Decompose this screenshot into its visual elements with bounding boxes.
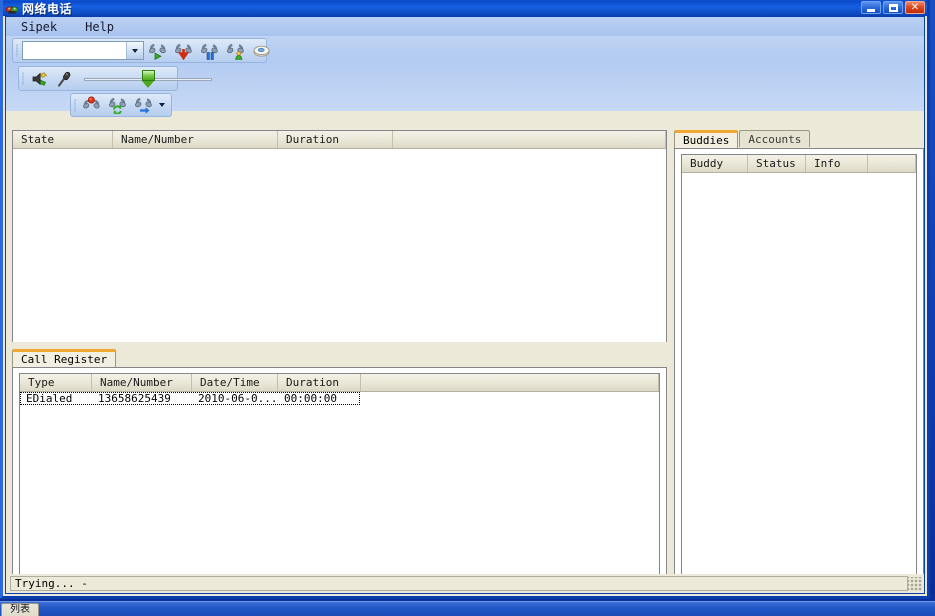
close-button[interactable]: ✕: [905, 1, 925, 14]
combo-dropdown-arrow[interactable]: [126, 42, 143, 59]
cell-name-number: 13658625439: [98, 392, 171, 405]
resize-grip-icon[interactable]: [908, 576, 922, 591]
column-header-state[interactable]: State: [13, 131, 113, 148]
column-header-buddy[interactable]: Buddy: [682, 155, 748, 172]
toolbar-grip[interactable]: [13, 39, 20, 62]
call-button[interactable]: [144, 39, 170, 63]
tab-accounts[interactable]: Accounts: [739, 130, 811, 147]
side-panel: Buddies Accounts Buddy Status Info: [674, 130, 924, 593]
menu-bar: Sipek Help: [6, 17, 924, 36]
column-header-info[interactable]: Info: [806, 155, 868, 172]
audio-toolbar: [18, 66, 212, 91]
tab-buddies[interactable]: Buddies: [674, 130, 739, 148]
call-register-body[interactable]: EDialed 13658625439 2010-06-0... 00:00:0…: [20, 392, 659, 592]
dial-number-combo[interactable]: [22, 41, 144, 60]
slider-thumb[interactable]: [142, 69, 155, 88]
desktop-background: 网络电话 ✕ Sipek Help State Name/Number Dura…: [0, 0, 935, 616]
window-controls: ✕: [861, 1, 925, 14]
active-calls-list[interactable]: State Name/Number Duration: [12, 130, 667, 342]
cell-date-time: 2010-06-0...: [198, 392, 278, 405]
status-toolbar: [70, 93, 172, 117]
side-tabstrip: Buddies Accounts: [674, 130, 924, 148]
application-window: 网络电话 ✕ Sipek Help State Name/Number Dura…: [0, 0, 930, 599]
column-header-name-number[interactable]: Name/Number: [113, 131, 278, 148]
dial-toolbar: [12, 38, 269, 63]
conference-button[interactable]: [248, 39, 274, 63]
toolbar-area: [6, 36, 924, 117]
column-header-duration[interactable]: Duration: [278, 374, 361, 391]
dnd-button[interactable]: [78, 93, 104, 117]
status-message: Trying... -: [10, 576, 908, 591]
hangup-button[interactable]: [170, 39, 196, 63]
column-header-status[interactable]: Status: [748, 155, 806, 172]
transfer-button[interactable]: [222, 39, 248, 63]
column-header-filler[interactable]: [393, 131, 666, 148]
window-title: 网络电话: [22, 1, 73, 16]
taskbar-button[interactable]: 列表: [1, 603, 39, 616]
taskbar: 列表: [0, 601, 935, 616]
title-bar: 网络电话 ✕: [3, 0, 927, 16]
toolbar-grip[interactable]: [19, 67, 26, 90]
active-calls-header: State Name/Number Duration: [13, 131, 666, 149]
column-header-filler[interactable]: [361, 374, 659, 391]
column-header-duration[interactable]: Duration: [278, 131, 393, 148]
refresh-button[interactable]: [104, 93, 130, 117]
dial-number-input[interactable]: [23, 41, 126, 60]
status-bar: Trying... -: [6, 574, 924, 593]
active-calls-body[interactable]: [13, 149, 666, 342]
call-register-section: Call Register Type Name/Number Date/Time…: [12, 349, 667, 593]
volume-slider[interactable]: [84, 69, 212, 89]
buddies-pane: Buddy Status Info: [674, 148, 924, 593]
table-row[interactable]: EDialed 13658625439 2010-06-0... 00:00:0…: [20, 392, 360, 405]
call-register-header: Type Name/Number Date/Time Duration: [20, 374, 659, 392]
microphone-button[interactable]: [52, 67, 78, 91]
column-header-date-time[interactable]: Date/Time: [192, 374, 278, 391]
forward-button[interactable]: [130, 93, 156, 117]
call-register-tabstrip: Call Register: [12, 349, 667, 367]
toolbar-grip[interactable]: [71, 94, 78, 116]
speaker-button[interactable]: [26, 67, 52, 91]
tab-call-register[interactable]: Call Register: [12, 349, 117, 367]
buddies-header: Buddy Status Info: [682, 155, 916, 173]
chevron-down-icon: [159, 103, 165, 107]
hold-button[interactable]: [196, 39, 222, 63]
buddies-body[interactable]: [682, 173, 916, 586]
maximize-button[interactable]: [883, 1, 903, 14]
column-header-type[interactable]: Type: [20, 374, 92, 391]
column-header-filler[interactable]: [868, 155, 916, 172]
column-header-name-number[interactable]: Name/Number: [92, 374, 192, 391]
phone-app-icon: [5, 2, 19, 15]
body-area: State Name/Number Duration Call Register: [6, 130, 924, 593]
call-register-pane: Type Name/Number Date/Time Duration EDia…: [12, 367, 667, 593]
cell-type: EDialed: [26, 392, 73, 405]
minimize-button[interactable]: [861, 1, 881, 14]
menu-help[interactable]: Help: [82, 19, 117, 35]
menu-sipek[interactable]: Sipek: [18, 19, 60, 35]
client-area: Sipek Help State Name/Number Duration Ca…: [5, 16, 925, 594]
status-dropdown[interactable]: [156, 103, 168, 107]
cell-duration: 00:00:00: [284, 392, 337, 405]
